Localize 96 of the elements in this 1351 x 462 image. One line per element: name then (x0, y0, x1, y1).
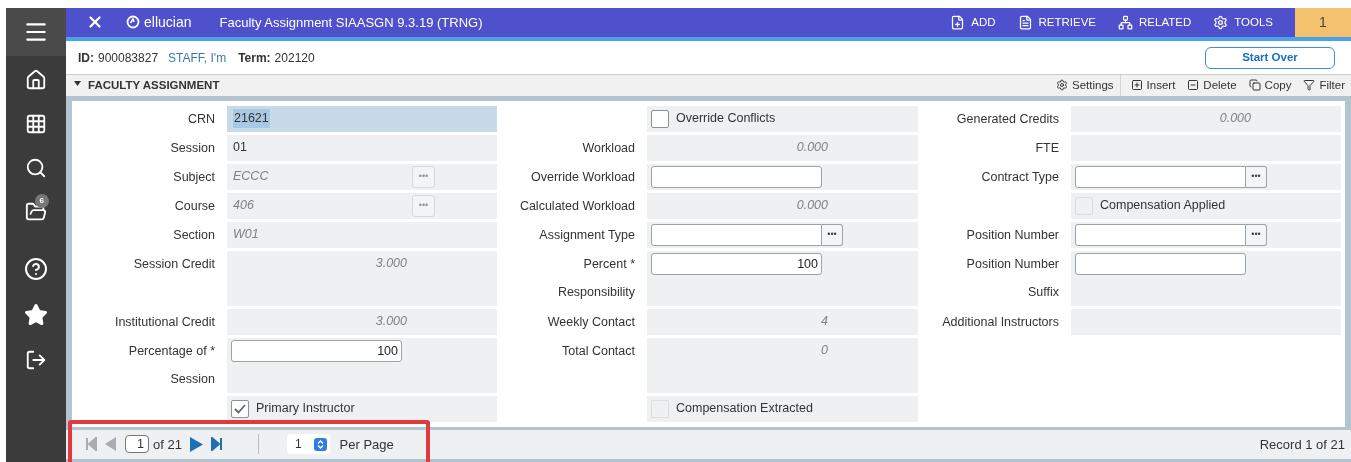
field-label: Contract Type (981, 168, 1059, 186)
field-label: Override Workload (531, 168, 635, 186)
document-icon (1017, 14, 1033, 30)
brand-name: ellucian (144, 12, 192, 32)
checkbox[interactable] (651, 109, 669, 128)
search-icon[interactable] (24, 157, 47, 179)
copy-icon (1248, 79, 1261, 92)
input-field[interactable]: 100 (231, 339, 402, 362)
field-value: 01 (233, 139, 247, 157)
logo-icon (126, 15, 140, 30)
minus-square-icon (1187, 79, 1200, 92)
per-page-select[interactable]: 1 (286, 434, 330, 455)
toolbar-button[interactable]: Delete (1181, 75, 1243, 96)
input-field[interactable] (1075, 223, 1246, 246)
checkbox-label: Compensation Extracted (676, 400, 813, 418)
lookup-button[interactable]: ••• (822, 223, 843, 246)
page-count: of 21 (153, 435, 182, 454)
checkbox-label: Compensation Applied (1100, 197, 1226, 215)
field-value: ECCC (233, 168, 269, 186)
toolbar-button[interactable]: Filter (1297, 75, 1351, 96)
per-page-label: Per Page (339, 435, 394, 454)
hierarchy-icon (1118, 14, 1133, 30)
field-label: Session (170, 139, 215, 157)
gear-icon (1213, 14, 1229, 30)
toolbar-button[interactable]: Copy (1242, 75, 1298, 96)
field-label: Percentage of * Session (128, 342, 215, 388)
field-label: CRN (187, 110, 215, 128)
toolbar-button[interactable]: Settings (1050, 75, 1120, 96)
field-value: 0.000 (796, 197, 828, 215)
person-name-link[interactable]: STAFF, I'm (168, 48, 227, 67)
sign-out-icon[interactable] (24, 349, 47, 371)
plus-square-icon (1130, 79, 1143, 92)
stepper-icon (316, 439, 324, 449)
section-title: FACULTY ASSIGNMENT (88, 77, 220, 93)
count-badge: 6 (34, 194, 49, 208)
field-label: Subject (173, 168, 215, 186)
field-value: 0.000 (1219, 110, 1251, 128)
window-title: Faculty Assignment SIAASGN 9.3.19 (TRNG) (219, 13, 483, 32)
field-label: Total Contact (562, 342, 635, 360)
toolbar-button[interactable]: Insert (1119, 75, 1182, 96)
header-action-button[interactable]: TOOLS (1213, 13, 1273, 32)
field-value: 4 (821, 313, 828, 331)
input-field[interactable] (1075, 165, 1246, 188)
input-field[interactable] (651, 165, 822, 188)
field-label: Session Credit (133, 255, 215, 273)
field-label: Position Number Suffix (966, 255, 1059, 301)
field-label: Percent * Responsibility (557, 255, 635, 301)
term-value: 202120 (274, 49, 315, 67)
field-label: Workload (582, 139, 635, 157)
field-value: 21621 (233, 109, 270, 129)
gear-icon (1056, 79, 1068, 92)
field-label: Generated Credits (956, 110, 1059, 128)
start-over-button[interactable]: Start Over (1205, 46, 1335, 69)
field-label: Institutional Credit (114, 313, 215, 331)
checkmark-icon (234, 403, 246, 414)
help-icon[interactable] (23, 257, 48, 281)
field-label: FTE (1035, 139, 1059, 157)
header-action-button[interactable]: RETRIEVE (1017, 13, 1096, 32)
id-label: ID: (78, 49, 94, 67)
page-number-field[interactable]: 1 (125, 435, 149, 454)
input-field[interactable] (651, 223, 822, 246)
next-page-icon[interactable] (189, 436, 203, 452)
lookup-button[interactable]: ••• (1246, 223, 1267, 246)
field-label: Additional Instructors (942, 313, 1059, 331)
field-label: Course (174, 197, 215, 215)
field-value: 406 (233, 197, 254, 215)
field-label: Calculated Workload (519, 197, 635, 215)
last-page-icon[interactable] (210, 437, 222, 452)
input-field[interactable]: 100 (651, 252, 822, 275)
field-label: Section (173, 226, 215, 244)
header-action-button[interactable]: RELATED (1118, 13, 1192, 32)
collapse-triangle-icon[interactable] (74, 80, 81, 87)
record-count: Record 1 of 21 (1259, 435, 1346, 454)
field-value: 0 (821, 342, 828, 360)
term-label: Term: (238, 49, 271, 67)
star-icon[interactable] (23, 303, 48, 327)
checkbox-label: Primary Instructor (256, 400, 355, 418)
field-value: W01 (233, 226, 259, 244)
field-label: Position Number (966, 226, 1059, 244)
field-value: 0.000 (796, 139, 828, 157)
field-value: 3.000 (375, 255, 407, 273)
id-value: 900083827 (98, 49, 159, 67)
checkbox[interactable] (231, 399, 249, 418)
grid-icon[interactable] (24, 113, 47, 135)
home-icon[interactable] (24, 69, 47, 91)
field-label: Assignment Type (539, 226, 635, 244)
input-field[interactable] (1075, 252, 1246, 275)
filter-icon (1303, 79, 1316, 92)
folder-icon[interactable] (24, 201, 47, 223)
field-label: Weekly Contact (547, 313, 635, 331)
header-action-button[interactable]: ADD (950, 13, 996, 32)
notification-count[interactable]: 1 (1295, 7, 1351, 38)
field-value: 3.000 (375, 313, 407, 331)
checkbox-label: Override Conflicts (676, 110, 776, 128)
lookup-button[interactable]: ••• (1246, 165, 1267, 188)
file-plus-icon (950, 14, 966, 30)
